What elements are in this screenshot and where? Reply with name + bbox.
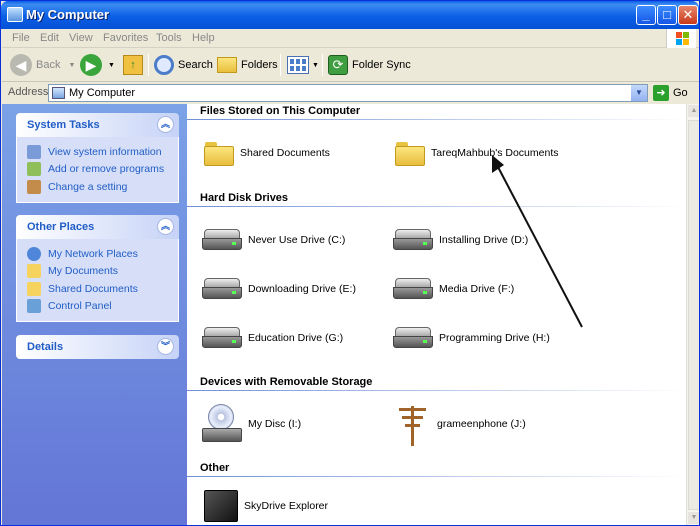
details-panel: Details ︾ — [16, 335, 179, 359]
scroll-thumb[interactable] — [688, 120, 699, 510]
control-panel-icon — [27, 299, 41, 314]
maximize-button[interactable]: □ — [657, 5, 677, 25]
back-dropdown-icon[interactable]: ▼ — [68, 62, 75, 69]
vertical-scrollbar[interactable]: ▲ ▼ — [686, 104, 699, 525]
folder-icon — [27, 281, 41, 296]
drive-e[interactable]: Downloading Drive (E:) — [202, 278, 356, 300]
folder-icon — [204, 140, 234, 166]
menu-bar: File Edit View Favorites Tools Help — [2, 29, 699, 48]
folder-shared-documents[interactable]: Shared Documents — [204, 140, 330, 166]
system-tasks-header[interactable]: System Tasks ︽ — [16, 113, 179, 137]
search-button[interactable]: Search — [154, 52, 213, 78]
window-title: My Computer — [26, 7, 110, 22]
collapse-chevron-icon[interactable]: ︽ — [157, 116, 174, 133]
up-button[interactable]: ↑ — [123, 52, 143, 78]
cd-drive-icon — [202, 404, 242, 444]
views-icon — [287, 56, 309, 74]
back-button[interactable]: ◀ Back ▼ — [10, 52, 75, 78]
address-label: Address — [8, 86, 49, 98]
content-area: Files Stored on This Computer Shared Doc… — [187, 104, 686, 525]
network-icon — [27, 246, 41, 261]
menu-help[interactable]: Help — [192, 32, 215, 44]
menu-tools[interactable]: Tools — [156, 32, 182, 44]
hard-drive-icon — [393, 278, 433, 300]
skydrive-icon — [204, 490, 238, 522]
windows-logo-icon — [666, 29, 696, 48]
explorer-window: My Computer _ □ ✕ File Edit View Favorit… — [0, 0, 700, 526]
toolbar: ◀ Back ▼ ▶ ▼ ↑ Search Folders ▼ ⟳ Folder… — [2, 48, 699, 82]
group-header-files: Files Stored on This Computer — [200, 105, 361, 117]
folders-button[interactable]: Folders — [217, 52, 278, 78]
drive-i-disc[interactable]: My Disc (I:) — [202, 404, 301, 444]
scroll-up-icon[interactable]: ▲ — [688, 105, 699, 117]
other-places-panel: Other Places ︽ My Network Places My Docu… — [16, 215, 179, 322]
folder-sync-button[interactable]: ⟳ Folder Sync — [328, 52, 411, 78]
go-button[interactable]: ➜ Go — [653, 84, 688, 102]
folder-icon — [395, 140, 425, 166]
task-pane: System Tasks ︽ View system information A… — [2, 104, 187, 525]
collapse-chevron-icon[interactable]: ︽ — [157, 218, 174, 235]
forward-dropdown-icon[interactable]: ▼ — [108, 62, 115, 69]
shared-documents-link[interactable]: Shared Documents — [27, 280, 178, 298]
add-remove-icon — [27, 162, 41, 177]
drive-h[interactable]: Programming Drive (H:) — [393, 327, 550, 349]
up-folder-icon: ↑ — [123, 55, 143, 75]
menu-file[interactable]: File — [12, 32, 30, 44]
views-button[interactable]: ▼ — [287, 52, 319, 78]
folders-icon — [217, 57, 237, 73]
scroll-down-icon[interactable]: ▼ — [688, 512, 699, 524]
forward-arrow-icon: ▶ — [80, 54, 102, 76]
details-header[interactable]: Details ︾ — [16, 335, 179, 359]
system-info-icon — [27, 144, 41, 159]
hard-drive-icon — [393, 327, 433, 349]
back-arrow-icon: ◀ — [10, 54, 32, 76]
folder-user-documents[interactable]: TareqMahbub's Documents — [395, 140, 559, 166]
drive-c[interactable]: Never Use Drive (C:) — [202, 229, 345, 251]
minimize-button[interactable]: _ — [636, 5, 656, 25]
address-dropdown-icon[interactable]: ▼ — [631, 85, 647, 101]
control-panel-icon — [27, 179, 41, 194]
view-system-info-link[interactable]: View system information — [27, 143, 178, 161]
views-dropdown-icon: ▼ — [312, 61, 319, 69]
title-bar[interactable]: My Computer _ □ ✕ — [1, 1, 699, 29]
go-arrow-icon: ➜ — [653, 85, 669, 101]
group-header-other: Other — [200, 462, 230, 474]
my-computer-icon — [7, 7, 23, 22]
drive-j-modem[interactable]: grameenphone (J:) — [395, 402, 526, 446]
drive-d[interactable]: Installing Drive (D:) — [393, 229, 528, 251]
address-bar: Address My Computer ▼ ➜ Go — [2, 82, 699, 104]
sync-icon: ⟳ — [328, 55, 348, 75]
group-header-removable: Devices with Removable Storage — [200, 376, 373, 388]
change-setting-link[interactable]: Change a setting — [27, 178, 178, 196]
menu-favorites[interactable]: Favorites — [103, 32, 148, 44]
system-tasks-panel: System Tasks ︽ View system information A… — [16, 113, 179, 203]
group-header-drives: Hard Disk Drives — [200, 192, 289, 204]
antenna-icon — [395, 402, 431, 446]
forward-button[interactable]: ▶ ▼ — [80, 52, 115, 78]
hard-drive-icon — [202, 278, 242, 300]
hard-drive-icon — [202, 327, 242, 349]
close-button[interactable]: ✕ — [678, 5, 698, 25]
menu-edit[interactable]: Edit — [40, 32, 59, 44]
computer-icon — [52, 87, 65, 99]
hard-drive-icon — [393, 229, 433, 251]
drive-f[interactable]: Media Drive (F:) — [393, 278, 514, 300]
search-icon — [154, 55, 174, 75]
expand-chevron-icon[interactable]: ︾ — [157, 338, 174, 355]
other-places-header[interactable]: Other Places ︽ — [16, 215, 179, 239]
hard-drive-icon — [202, 229, 242, 251]
my-documents-link[interactable]: My Documents — [27, 263, 178, 281]
drive-g[interactable]: Education Drive (G:) — [202, 327, 343, 349]
menu-view[interactable]: View — [69, 32, 93, 44]
add-remove-programs-link[interactable]: Add or remove programs — [27, 161, 178, 179]
my-network-places-link[interactable]: My Network Places — [27, 245, 178, 263]
address-input[interactable]: My Computer ▼ — [48, 84, 648, 102]
skydrive-explorer[interactable]: SkyDrive Explorer — [204, 490, 328, 522]
folder-icon — [27, 264, 41, 279]
control-panel-link[interactable]: Control Panel — [27, 298, 178, 316]
